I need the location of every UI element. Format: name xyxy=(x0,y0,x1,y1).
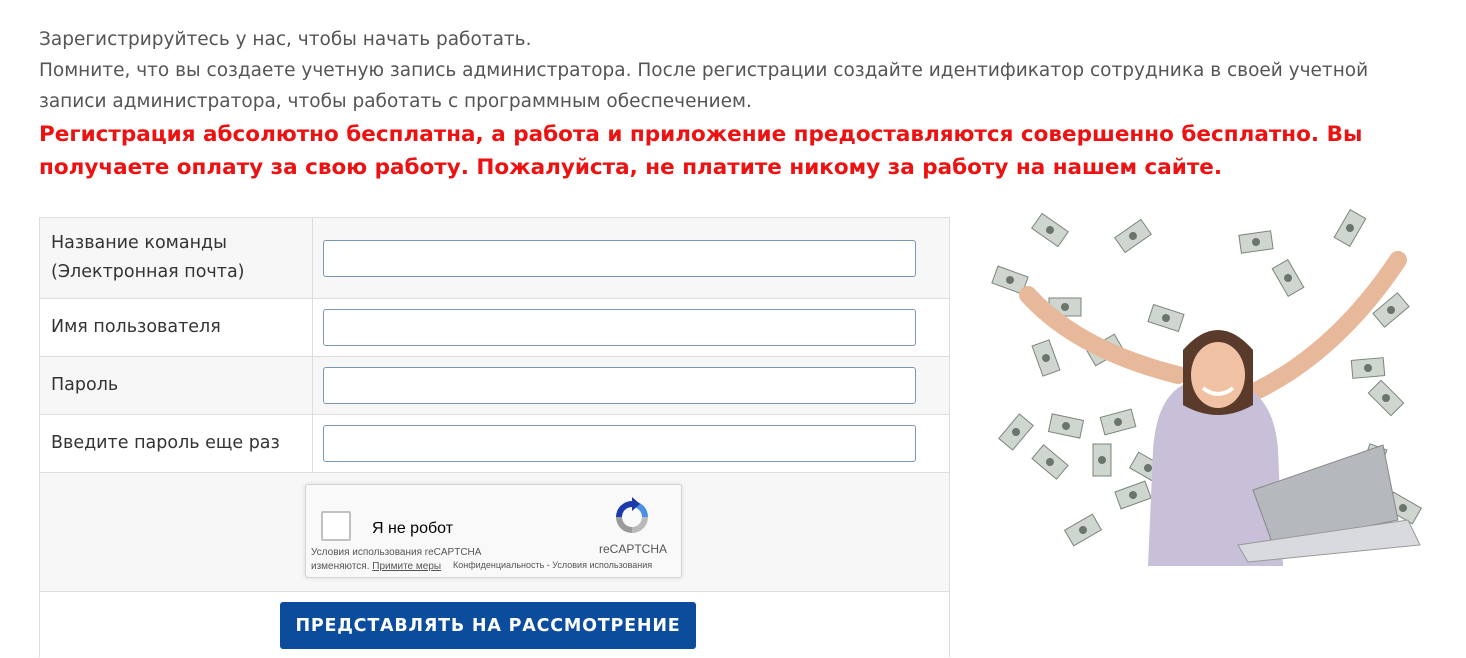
recaptcha-logo-icon xyxy=(616,497,648,533)
repeat-password-input[interactable] xyxy=(323,425,916,462)
hero-image xyxy=(988,200,1427,566)
registration-form: Название команды (Электронная почта) Имя… xyxy=(39,217,950,658)
username-label: Имя пользователя xyxy=(40,299,313,356)
free-registration-warning: Регистрация абсолютно бесплатна, а работ… xyxy=(39,122,1363,180)
repeat-password-row: Введите пароль еще раз xyxy=(40,415,949,473)
submit-row: ПРЕДСТАВЛЯТЬ НА РАССМОТРЕНИЕ xyxy=(40,592,949,658)
username-field-cell xyxy=(313,299,949,356)
repeat-password-field-cell xyxy=(313,415,949,472)
team-label: Название команды (Электронная почта) xyxy=(40,218,313,298)
captcha-row: Я не робот reCAPTCHA Условия использован… xyxy=(40,473,949,592)
intro-line-2: Помните, что вы создаете учетную запись … xyxy=(39,60,1369,112)
intro-block: Зарегистрируйтесь у нас, чтобы начать ра… xyxy=(39,24,1439,184)
recaptcha-terms-link[interactable]: Примите меры xyxy=(372,561,441,572)
recaptcha-checkbox[interactable] xyxy=(321,511,351,541)
recaptcha-checkbox-label: Я не робот xyxy=(372,520,454,537)
password-label: Пароль xyxy=(40,357,313,414)
username-input[interactable] xyxy=(323,309,916,346)
password-field-cell xyxy=(313,357,949,414)
repeat-password-label: Введите пароль еще раз xyxy=(40,415,313,472)
recaptcha-widget: Я не робот reCAPTCHA Условия использован… xyxy=(305,484,682,578)
team-row: Название команды (Электронная почта) xyxy=(40,218,949,299)
recaptcha-brand: reCAPTCHA xyxy=(599,542,668,556)
username-row: Имя пользователя xyxy=(40,299,949,357)
password-row: Пароль xyxy=(40,357,949,415)
submit-button[interactable]: ПРЕДСТАВЛЯТЬ НА РАССМОТРЕНИЕ xyxy=(280,602,696,649)
password-input[interactable] xyxy=(323,367,916,404)
recaptcha-privacy-links[interactable]: Конфиденциальность - Условия использован… xyxy=(453,560,652,570)
intro-line-1: Зарегистрируйтесь у нас, чтобы начать ра… xyxy=(39,29,532,50)
team-field-cell xyxy=(313,218,949,298)
team-email-input[interactable] xyxy=(323,240,916,277)
